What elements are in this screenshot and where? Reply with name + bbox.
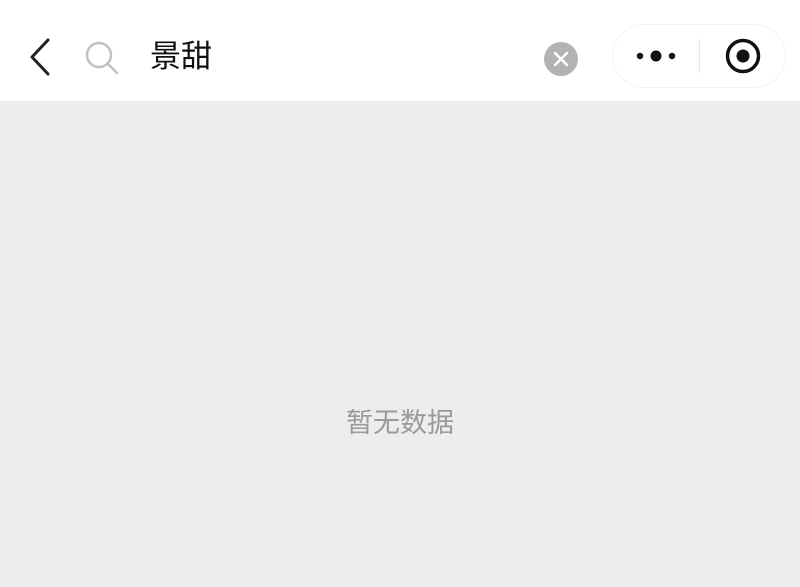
more-button[interactable]: [613, 25, 699, 87]
search-header: [0, 0, 800, 101]
empty-state-message: 暂无数据: [346, 408, 454, 439]
search-icon-container: [80, 36, 124, 80]
clear-search-button[interactable]: [544, 42, 578, 76]
mini-program-capsule: [612, 24, 786, 88]
close-mini-program-button[interactable]: [700, 25, 786, 87]
target-close-icon: [725, 38, 761, 74]
chevron-left-icon: [30, 38, 50, 76]
back-button[interactable]: [18, 32, 62, 82]
clear-circle-icon: [553, 51, 569, 67]
results-area: [0, 101, 800, 587]
search-icon: [85, 41, 119, 75]
search-input[interactable]: [150, 30, 530, 84]
more-dots-icon: [636, 50, 676, 62]
